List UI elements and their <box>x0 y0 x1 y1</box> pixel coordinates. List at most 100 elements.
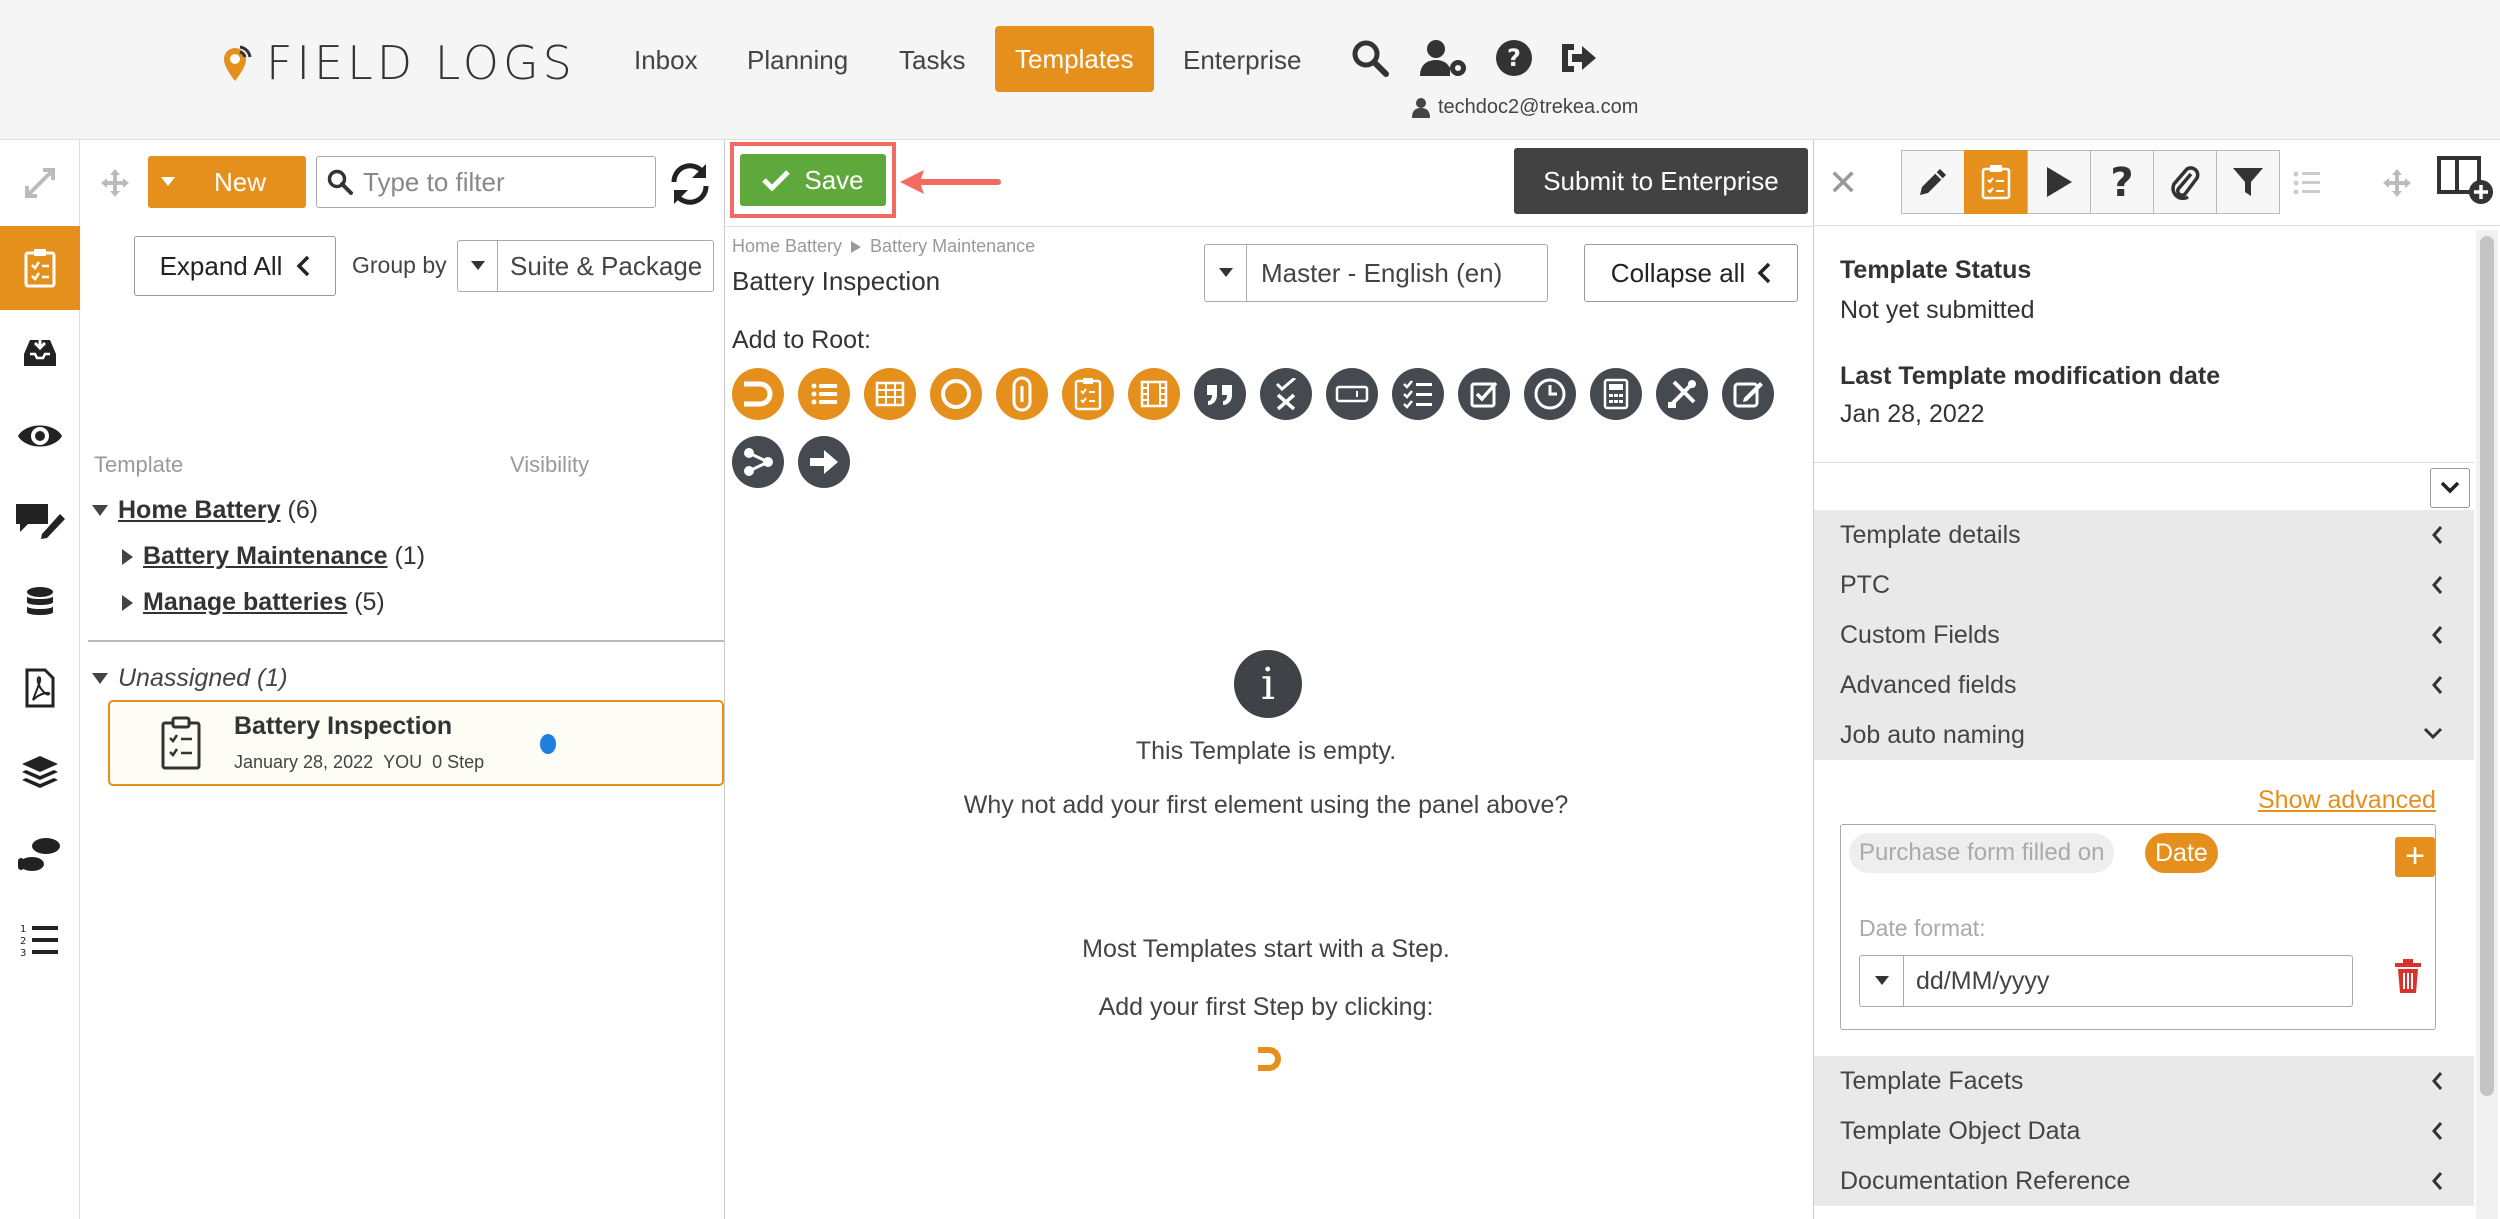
nav-enterprise[interactable]: Enterprise <box>1163 40 1322 106</box>
calculator-icon[interactable] <box>1590 368 1642 420</box>
tree-node-battery-maintenance[interactable]: Battery Maintenance (1) <box>122 542 425 571</box>
checklist-icon[interactable] <box>1062 368 1114 420</box>
svg-text:3: 3 <box>20 948 26 958</box>
nav-planning[interactable]: Planning <box>727 40 868 106</box>
section-documentation-reference[interactable]: Documentation Reference <box>1814 1156 2474 1206</box>
section-ptc[interactable]: PTC <box>1814 560 2474 610</box>
logout-icon[interactable] <box>1558 38 1598 78</box>
pdf-file-icon[interactable] <box>0 646 80 730</box>
properties-scrollbar[interactable] <box>2476 230 2498 1219</box>
nav-templates[interactable]: Templates <box>995 26 1154 92</box>
template-card-title: Battery Inspection <box>234 712 453 740</box>
list-icon[interactable] <box>798 368 850 420</box>
chevron-left-icon <box>2432 576 2443 594</box>
breadcrumb-home-battery[interactable]: Home Battery <box>732 236 842 257</box>
expand-all-button[interactable]: Expand All <box>134 236 336 296</box>
inbox-tray-icon[interactable] <box>0 310 80 394</box>
attachment-icon[interactable] <box>996 368 1048 420</box>
nav-inbox[interactable]: Inbox <box>614 40 718 106</box>
template-card-battery-inspection[interactable]: Battery Inspection January 28, 2022 YOU … <box>108 700 724 786</box>
show-advanced-link[interactable]: Show advanced <box>2258 786 2436 815</box>
close-check-icon[interactable] <box>1260 368 1312 420</box>
refresh-icon[interactable] <box>668 162 712 211</box>
submit-to-enterprise-button[interactable]: Submit to Enterprise <box>1514 148 1808 214</box>
caret-right-icon[interactable] <box>122 594 133 611</box>
quote-icon[interactable] <box>1194 368 1246 420</box>
section-advanced-fields[interactable]: Advanced fields <box>1814 660 2474 710</box>
svg-text:1: 1 <box>20 924 26 935</box>
section-custom-fields[interactable]: Custom Fields <box>1814 610 2474 660</box>
trash-icon[interactable] <box>2393 959 2423 995</box>
scrollbar-thumb[interactable] <box>2480 236 2494 1096</box>
add-panel-icon[interactable] <box>2437 154 2499 213</box>
add-token-button[interactable]: + <box>2395 837 2435 877</box>
step-icon[interactable] <box>732 368 784 420</box>
help-icon[interactable]: ? <box>1494 38 1534 78</box>
templates-icon[interactable] <box>0 226 80 310</box>
move-icon[interactable] <box>2382 168 2412 203</box>
pencil-icon[interactable] <box>1901 150 1965 214</box>
clipboard-checklist-icon <box>160 716 202 770</box>
nav-tasks[interactable]: Tasks <box>879 40 985 106</box>
new-button[interactable]: New <box>148 156 306 208</box>
caret-down-icon[interactable] <box>92 505 108 516</box>
search-icon[interactable] <box>1350 38 1390 78</box>
naming-text-token[interactable]: Purchase form filled on <box>1849 833 2115 873</box>
section-job-auto-naming[interactable]: Job auto naming <box>1814 710 2474 760</box>
caret-right-icon[interactable] <box>122 548 133 565</box>
layers-icon[interactable] <box>0 730 80 814</box>
tools-icon[interactable] <box>1656 368 1708 420</box>
empty-message-step-hint: Most Templates start with a Step. <box>1082 935 1450 963</box>
close-icon[interactable]: ✕ <box>1828 162 1858 204</box>
numbered-list-icon[interactable]: 123 <box>0 898 80 982</box>
arrow-right-icon[interactable] <box>798 436 850 488</box>
footsteps-icon[interactable] <box>0 814 80 898</box>
left-icon-rail: 123 <box>0 140 80 1219</box>
language-select[interactable]: Master - English (en) <box>1204 244 1548 302</box>
date-format-select[interactable]: dd/MM/yyyy <box>1859 955 2353 1007</box>
app-logo[interactable]: FIELD LOGS <box>222 36 576 90</box>
template-tree-panel: New Type to filter Expand All Group by S… <box>80 140 725 1219</box>
expand-arrows-icon[interactable] <box>0 140 80 226</box>
caret-down-icon[interactable] <box>92 673 108 684</box>
chevron-down-icon <box>2423 727 2443 740</box>
clipboard-icon[interactable] <box>1964 150 2028 214</box>
comment-edit-icon[interactable] <box>0 478 80 562</box>
section-template-facets[interactable]: Template Facets <box>1814 1056 2474 1106</box>
tree-node-home-battery[interactable]: Home Battery (6) <box>92 496 318 525</box>
group-by-select[interactable]: Suite & Package <box>457 240 714 292</box>
collapse-all-button[interactable]: Collapse all <box>1584 244 1798 302</box>
tree-toolbar: New Type to filter <box>80 140 725 226</box>
empty-message-click-hint: Add your first Step by clicking: <box>1098 993 1434 1021</box>
template-editor: Save Submit to Enterprise Home Battery B… <box>726 140 1813 1219</box>
tree-node-manage-batteries[interactable]: Manage batteries (5) <box>122 588 385 617</box>
naming-date-token[interactable]: Date <box>2145 833 2218 873</box>
share-icon[interactable] <box>732 436 784 488</box>
paperclip-icon[interactable] <box>2153 150 2217 214</box>
section-template-details[interactable]: Template details <box>1814 510 2474 560</box>
input-field-icon[interactable] <box>1326 368 1378 420</box>
chevron-down-icon[interactable] <box>2430 468 2470 508</box>
clock-icon[interactable] <box>1524 368 1576 420</box>
filter-icon[interactable] <box>2216 150 2280 214</box>
chevron-left-icon <box>2432 626 2443 644</box>
table-icon[interactable] <box>864 368 916 420</box>
tree-node-unassigned[interactable]: Unassigned (1) <box>92 664 288 693</box>
user-settings-icon[interactable] <box>1418 38 1470 78</box>
move-icon[interactable] <box>100 168 130 203</box>
database-icon[interactable] <box>0 562 80 646</box>
empty-message-title: This Template is empty. <box>1135 737 1397 765</box>
filter-input[interactable]: Type to filter <box>316 156 656 208</box>
breadcrumb-battery-maintenance[interactable]: Battery Maintenance <box>870 236 1035 257</box>
save-button[interactable]: Save <box>740 154 886 206</box>
question-icon[interactable]: ? <box>2090 150 2154 214</box>
section-template-object-data[interactable]: Template Object Data <box>1814 1106 2474 1156</box>
eye-icon[interactable] <box>0 394 80 478</box>
check-list-icon[interactable] <box>1392 368 1444 420</box>
play-icon[interactable] <box>2027 150 2091 214</box>
edit-note-icon[interactable] <box>1722 368 1774 420</box>
checkbox-icon[interactable] <box>1458 368 1510 420</box>
circle-icon[interactable] <box>930 368 982 420</box>
add-step-icon[interactable] <box>1254 1044 1284 1074</box>
film-icon[interactable] <box>1128 368 1180 420</box>
